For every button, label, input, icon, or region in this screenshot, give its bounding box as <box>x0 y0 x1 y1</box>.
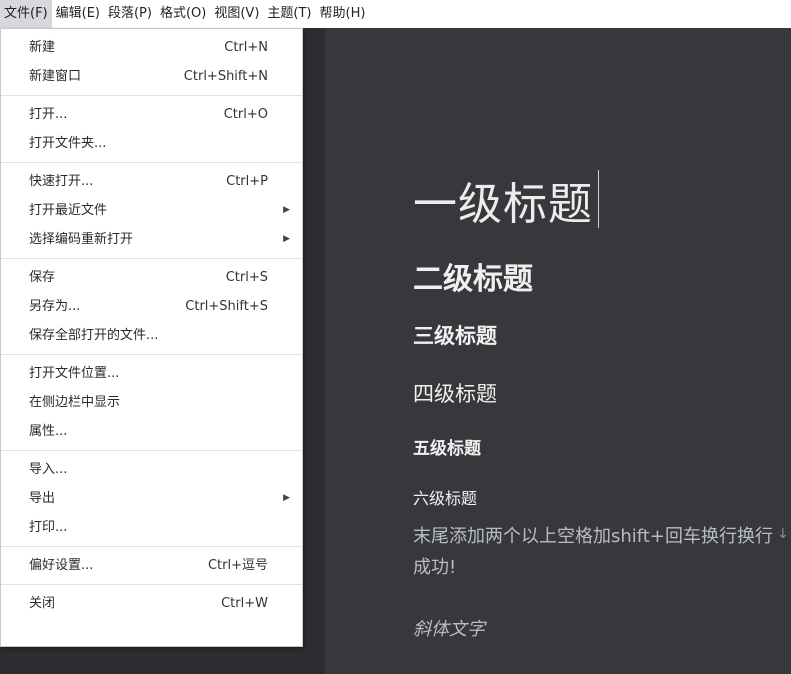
menubar: 文件(F) 编辑(E) 段落(P) 格式(O) 视图(V) 主题(T) 帮助(H… <box>0 0 791 28</box>
heading-5[interactable]: 五级标题 <box>413 434 481 459</box>
menu-item-label: 选择编码重新打开 <box>29 232 134 247</box>
italic-text[interactable]: 斜体文字 <box>413 615 485 641</box>
menu-item-preferences[interactable]: 偏好设置... Ctrl+逗号 <box>1 551 302 580</box>
menu-group-import-export: 导入... 导出 ▶ 打印... <box>1 451 302 546</box>
menu-item-export[interactable]: 导出 ▶ <box>1 484 302 513</box>
menu-item-reopen-encoding[interactable]: 选择编码重新打开 ▶ <box>1 225 302 254</box>
menu-theme[interactable]: 主题(T) <box>263 0 315 28</box>
menu-item-label: 属性... <box>29 424 68 439</box>
menu-item-open-recent[interactable]: 打开最近文件 ▶ <box>1 196 302 225</box>
menu-item-shortcut: Ctrl+W <box>221 596 268 611</box>
menu-group-preferences: 偏好设置... Ctrl+逗号 <box>1 547 302 584</box>
menu-item-open-folder[interactable]: 打开文件夹... <box>1 129 302 158</box>
menu-item-import[interactable]: 导入... <box>1 455 302 484</box>
heading-2[interactable]: 二级标题 <box>413 254 533 298</box>
menu-view[interactable]: 视图(V) <box>210 0 263 28</box>
menu-group-save: 保存 Ctrl+S 另存为... Ctrl+Shift+S 保存全部打开的文件.… <box>1 259 302 354</box>
menu-item-shortcut: Ctrl+逗号 <box>207 558 268 573</box>
menu-item-properties[interactable]: 属性... <box>1 417 302 446</box>
menu-group-open: 打开... Ctrl+O 打开文件夹... <box>1 96 302 162</box>
menu-item-open-file-location[interactable]: 打开文件位置... <box>1 359 302 388</box>
menu-item-label: 快速打开... <box>29 174 94 189</box>
menu-item-new-window[interactable]: 新建窗口 Ctrl+Shift+N <box>1 62 302 91</box>
menu-group-location: 打开文件位置... 在侧边栏中显示 属性... <box>1 355 302 450</box>
heading-4[interactable]: 四级标题 <box>413 378 497 408</box>
menu-item-label: 新建 <box>29 40 56 55</box>
menu-item-shortcut: Ctrl+S <box>225 270 268 285</box>
menu-item-label: 导入... <box>29 462 68 477</box>
menu-item-label: 在侧边栏中显示 <box>29 395 121 410</box>
menu-item-label: 另存为... <box>29 299 81 314</box>
submenu-arrow-icon: ▶ <box>283 205 290 215</box>
heading-6[interactable]: 六级标题 <box>413 485 477 509</box>
menu-group-new: 新建 Ctrl+N 新建窗口 Ctrl+Shift+N <box>1 29 302 95</box>
menu-paragraph[interactable]: 段落(P) <box>104 0 156 28</box>
menu-file[interactable]: 文件(F) <box>0 0 52 28</box>
menu-item-quick-open[interactable]: 快速打开... Ctrl+P <box>1 167 302 196</box>
menu-item-shortcut: Ctrl+N <box>224 40 268 55</box>
menu-item-label: 保存全部打开的文件... <box>29 328 159 343</box>
menu-group-quick: 快速打开... Ctrl+P 打开最近文件 ▶ 选择编码重新打开 ▶ <box>1 163 302 258</box>
menu-format[interactable]: 格式(O) <box>156 0 210 28</box>
menu-item-label: 打开文件位置... <box>29 366 120 381</box>
menu-item-label: 打开最近文件 <box>29 203 108 218</box>
menu-item-label: 偏好设置... <box>29 558 94 573</box>
menu-item-save[interactable]: 保存 Ctrl+S <box>1 263 302 292</box>
submenu-arrow-icon: ▶ <box>283 234 290 244</box>
text-cursor <box>598 170 599 228</box>
menu-item-save-all[interactable]: 保存全部打开的文件... <box>1 321 302 350</box>
menu-item-label: 打开... <box>29 107 68 122</box>
menu-item-label: 关闭 <box>29 596 56 611</box>
menu-item-save-as[interactable]: 另存为... Ctrl+Shift+S <box>1 292 302 321</box>
menu-item-new[interactable]: 新建 Ctrl+N <box>1 33 302 62</box>
line-break-icon: ↓ <box>777 526 789 542</box>
menu-item-reveal-in-sidebar[interactable]: 在侧边栏中显示 <box>1 388 302 417</box>
menu-item-label: 导出 <box>29 491 56 506</box>
menu-item-label: 新建窗口 <box>29 69 82 84</box>
heading-3[interactable]: 三级标题 <box>413 320 497 350</box>
menu-item-shortcut: Ctrl+Shift+N <box>183 69 268 84</box>
menu-item-open[interactable]: 打开... Ctrl+O <box>1 100 302 129</box>
menu-help[interactable]: 帮助(H) <box>316 0 370 28</box>
menu-item-print[interactable]: 打印... <box>1 513 302 542</box>
submenu-arrow-icon: ▶ <box>283 493 290 503</box>
menu-group-close: 关闭 Ctrl+W <box>1 585 302 622</box>
menu-item-shortcut: Ctrl+Shift+S <box>185 299 268 314</box>
heading-1[interactable]: 一级标题 <box>413 168 593 232</box>
menu-item-shortcut: Ctrl+O <box>223 107 268 122</box>
menu-item-close[interactable]: 关闭 Ctrl+W <box>1 589 302 618</box>
menu-item-label: 保存 <box>29 270 56 285</box>
menu-item-label: 打开文件夹... <box>29 136 107 151</box>
menu-item-shortcut: Ctrl+P <box>226 174 268 189</box>
paragraph[interactable]: 末尾添加两个以上空格加shift+回车换行换行成功! <box>413 521 773 583</box>
menu-item-label: 打印... <box>29 520 68 535</box>
menu-edit[interactable]: 编辑(E) <box>52 0 104 28</box>
file-menu-dropdown: 新建 Ctrl+N 新建窗口 Ctrl+Shift+N 打开... Ctrl+O… <box>0 28 303 647</box>
